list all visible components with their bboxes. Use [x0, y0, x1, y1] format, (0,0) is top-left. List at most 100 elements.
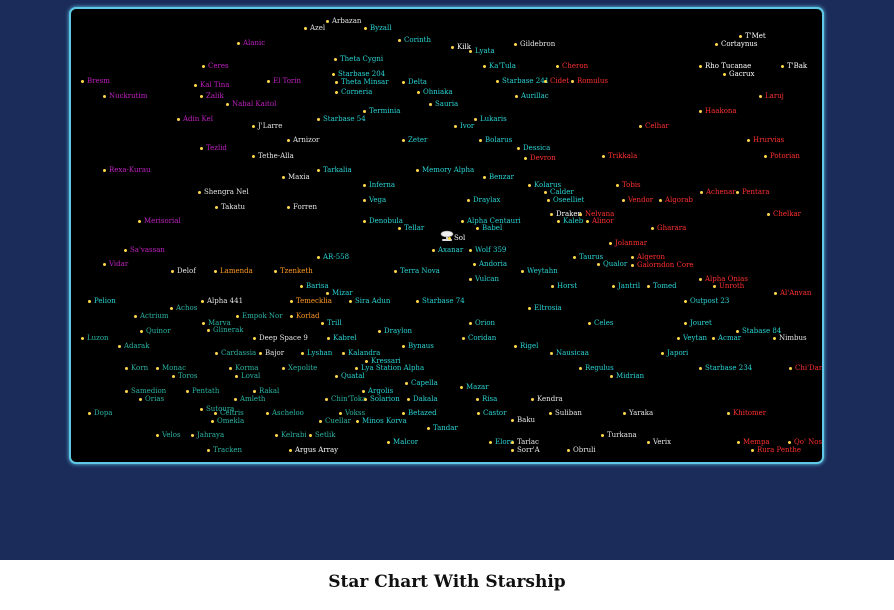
star-romulus[interactable]: Romulus	[571, 77, 608, 85]
star-pentara[interactable]: Pentara	[736, 188, 770, 196]
star-el-torin[interactable]: El Torin	[267, 77, 301, 85]
star-delta[interactable]: Delta	[402, 78, 427, 86]
star-rigel[interactable]: Rigel	[514, 342, 538, 350]
star-korn[interactable]: Korn	[125, 364, 148, 372]
star-glinerak[interactable]: Glinerak	[207, 326, 243, 334]
star-t-bak[interactable]: T'Bak	[781, 62, 807, 70]
star-kal-tina[interactable]: Kal Tina	[194, 81, 229, 89]
star-capella[interactable]: Capella	[405, 379, 438, 387]
star-alanic[interactable]: Alanic	[237, 39, 265, 47]
star-lyshan[interactable]: Lyshan	[301, 349, 332, 357]
star-mempa[interactable]: Mempa	[737, 438, 770, 446]
star-jolanmar[interactable]: Jolanmar	[609, 239, 647, 247]
star-ka-tula[interactable]: Ka'Tula	[483, 62, 516, 70]
star-starbase-204[interactable]: Starbase 204	[332, 70, 385, 78]
star-sira-adun[interactable]: Sira Adun	[349, 297, 390, 305]
star-cuellar[interactable]: Cuellar	[319, 417, 351, 425]
star-jouret[interactable]: Jouret	[684, 319, 712, 327]
star-vendor[interactable]: Vendor	[622, 196, 653, 204]
star-lyata[interactable]: Lyata	[469, 47, 495, 55]
star-unroth[interactable]: Unroth	[713, 282, 744, 290]
star-argus-array[interactable]: Argus Array	[289, 446, 338, 454]
star-benzar[interactable]: Benzar	[483, 173, 514, 181]
star-lamenda[interactable]: Lamenda	[214, 267, 253, 275]
star-mazar[interactable]: Mazar	[460, 383, 489, 391]
star-malcor[interactable]: Malcor	[387, 438, 418, 446]
star-adin-kel[interactable]: Adin Kel	[177, 115, 213, 123]
star-tracken[interactable]: Tracken	[207, 446, 242, 454]
star-bynaus[interactable]: Bynaus	[402, 342, 434, 350]
star-tarkalia[interactable]: Tarkalia	[317, 166, 352, 174]
star-t-met[interactable]: T'Met	[739, 32, 766, 40]
star-eltrosia[interactable]: Eltrosia	[528, 304, 562, 312]
star-jahraya[interactable]: Jahraya	[191, 431, 224, 439]
star-cortaynus[interactable]: Cortaynus	[715, 40, 757, 48]
star-zalik[interactable]: Zalik	[200, 92, 224, 100]
star-outpost-23[interactable]: Outpost 23	[684, 297, 729, 305]
star-shengra-nel[interactable]: Shengra Nel	[198, 188, 249, 196]
star-nuckrutim[interactable]: Nuckrutim	[103, 92, 147, 100]
star-tandar[interactable]: Tandar	[427, 424, 458, 432]
star-starbase-241[interactable]: Starbase 241	[496, 77, 549, 85]
star-wolf-359[interactable]: Wolf 359	[469, 246, 506, 254]
star-temecklia[interactable]: Temecklia	[290, 297, 332, 305]
star-velos[interactable]: Velos	[156, 431, 181, 439]
star-quinor[interactable]: Quinor	[140, 327, 171, 335]
star-chelkar[interactable]: Chelkar	[767, 210, 801, 218]
star-byzall[interactable]: Byzall	[364, 24, 391, 32]
star-yaraka[interactable]: Yaraka	[623, 409, 653, 417]
star-vokss[interactable]: Vokss	[339, 409, 365, 417]
star-j-larre[interactable]: J'Larre	[252, 122, 282, 130]
star-luzon[interactable]: Luzon	[81, 334, 109, 342]
star-vidar[interactable]: Vidar	[103, 260, 128, 268]
star-kaleb[interactable]: Kaleb	[557, 217, 583, 225]
star-haakona[interactable]: Haakona	[699, 107, 737, 115]
star-trill[interactable]: Trill	[321, 319, 342, 327]
star-rura-penthe[interactable]: Rura Penthe	[751, 446, 801, 454]
star-terra-nova[interactable]: Terra Nova	[394, 267, 440, 275]
star-arnizor[interactable]: Arnizor	[287, 136, 319, 144]
star-tezlid[interactable]: Tezlid	[200, 144, 227, 152]
star-nausicaa[interactable]: Nausicaa	[550, 349, 589, 357]
star-ascheloo[interactable]: Ascheloo	[266, 409, 304, 417]
star-deep-space-9[interactable]: Deep Space 9	[253, 334, 308, 342]
star-calder[interactable]: Calder	[544, 188, 574, 196]
star-gacrux[interactable]: Gacrux	[723, 70, 755, 78]
star-actrium[interactable]: Actrium	[134, 312, 169, 320]
star-suliban[interactable]: Suliban	[549, 409, 582, 417]
star-memory-alpha[interactable]: Memory Alpha	[416, 166, 474, 174]
star-dopa[interactable]: Dopa	[88, 409, 112, 417]
star-weytahn[interactable]: Weytahn	[521, 267, 558, 275]
star-lukaris[interactable]: Lukaris	[474, 115, 507, 123]
star-jantril[interactable]: Jantril	[612, 282, 640, 290]
star-mizar[interactable]: Mizar	[326, 289, 353, 297]
star-qualor[interactable]: Qualor	[597, 260, 627, 268]
star-trikkala[interactable]: Trikkala	[602, 152, 637, 160]
star-ar-558[interactable]: AR-558	[317, 253, 349, 261]
star-regulus[interactable]: Regulus	[579, 364, 614, 372]
star-korma[interactable]: Korma	[229, 364, 258, 372]
star-starbase-74[interactable]: Starbase 74	[416, 297, 465, 305]
star-turkana[interactable]: Turkana	[601, 431, 637, 439]
star-tzenketh[interactable]: Tzenketh	[274, 267, 313, 275]
star-ceres[interactable]: Ceres	[202, 62, 229, 70]
star-axanar[interactable]: Axanar	[432, 246, 463, 254]
star-castor[interactable]: Castor	[477, 409, 507, 417]
star-terminia[interactable]: Terminia	[363, 107, 400, 115]
star-kilk[interactable]: Kilk	[451, 43, 471, 51]
star-starbase-234[interactable]: Starbase 234	[699, 364, 752, 372]
star-horst[interactable]: Horst	[551, 282, 577, 290]
star-pentath[interactable]: Pentath	[186, 387, 219, 395]
star-algorab[interactable]: Algorab	[659, 196, 693, 204]
star-gharara[interactable]: Gharara	[651, 224, 686, 232]
star-hrurvias[interactable]: Hrurvias	[747, 136, 784, 144]
star-lya-station-alpha[interactable]: Lya Station Alpha	[355, 364, 424, 372]
star-samedion[interactable]: Samedion	[125, 387, 166, 395]
star-gildebron[interactable]: Gildebron	[514, 40, 555, 48]
star-japori[interactable]: Japori	[661, 349, 688, 357]
star-takatu[interactable]: Takatu	[215, 203, 245, 211]
star-amleth[interactable]: Amleth	[234, 395, 265, 403]
star-merisorial[interactable]: Merisorial	[138, 217, 181, 225]
star-midrian[interactable]: Midrian	[610, 372, 644, 380]
star-celes[interactable]: Celes	[588, 319, 613, 327]
